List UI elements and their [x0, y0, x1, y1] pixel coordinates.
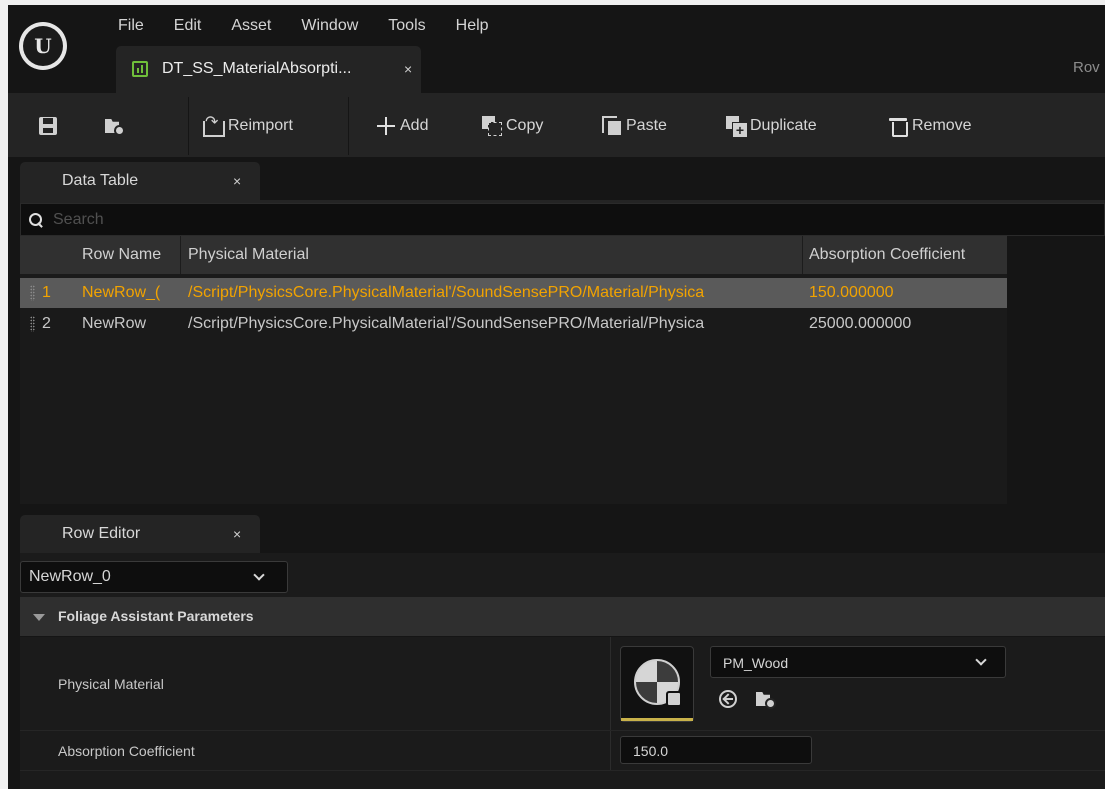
physical-material-cell: /Script/PhysicsCore.PhysicalMaterial'/So… [188, 284, 705, 301]
toolbar: Reimport Add Copy Paste Duplicate Remove [8, 93, 1105, 157]
plus-icon [376, 116, 396, 136]
menu-window[interactable]: Window [301, 17, 358, 35]
table-header: Row Name Physical Material Absorption Co… [20, 236, 1007, 274]
copy-label: Copy [506, 117, 544, 134]
tab-row-editor[interactable]: Row Editor × [20, 515, 260, 553]
browse-folder-icon [105, 116, 125, 136]
column-header-physical-material[interactable]: Physical Material [182, 236, 802, 274]
row-selector-dropdown[interactable]: NewRow_0 [20, 561, 288, 593]
drag-handle-icon[interactable] [30, 285, 35, 301]
row-editor-tab-label: Row Editor [62, 525, 141, 542]
paste-label: Paste [626, 117, 667, 134]
paste-icon [602, 116, 622, 136]
asset-type-icon [666, 691, 682, 707]
asset-editor-tab[interactable]: DT_SS_MaterialAbsorpti... × [116, 46, 421, 93]
toolbar-divider [348, 97, 349, 155]
absorption-coefficient-cell: 25000.000000 [809, 315, 912, 332]
absorption-coefficient-value: 150.0 [633, 743, 669, 759]
asset-tab-label: DT_SS_MaterialAbsorpti... [162, 60, 352, 77]
physical-material-cell: /Script/PhysicsCore.PhysicalMaterial'/So… [188, 315, 705, 332]
data-table-tab-label: Data Table [62, 172, 139, 189]
category-header[interactable]: Foliage Assistant Parameters [20, 597, 1105, 636]
use-selected-asset-icon[interactable] [719, 690, 737, 708]
title-bar: U File Edit Asset Window Tools Help DT_S… [8, 5, 1105, 93]
drag-handle-icon[interactable] [30, 316, 35, 332]
truncated-edge-text: Rov [1073, 59, 1100, 76]
search-input[interactable] [53, 207, 653, 233]
absorption-coefficient-input[interactable]: 150.0 [620, 736, 812, 764]
copy-icon [482, 116, 502, 136]
asset-thumbnail[interactable] [620, 646, 694, 722]
table-row[interactable]: 1 NewRow_( /Script/PhysicsCore.PhysicalM… [20, 278, 1007, 308]
search-icon [28, 212, 44, 228]
menu-bar: File Edit Asset Window Tools Help [118, 17, 519, 35]
data-table-area: Row Name Physical Material Absorption Co… [20, 236, 1105, 508]
duplicate-label: Duplicate [750, 117, 817, 134]
reimport-label: Reimport [228, 117, 293, 134]
asset-color-bar [621, 718, 693, 721]
unreal-logo-icon[interactable]: U [19, 22, 67, 70]
menu-file[interactable]: File [118, 17, 144, 35]
copy-row-button[interactable]: Copy [482, 115, 543, 137]
menu-tools[interactable]: Tools [388, 17, 425, 35]
physical-material-value: PM_Wood [723, 655, 789, 671]
browse-to-asset-button[interactable] [105, 115, 125, 137]
asset-tab-close-icon[interactable]: × [404, 61, 412, 77]
data-table-grid: Row Name Physical Material Absorption Co… [20, 236, 1007, 504]
save-button[interactable] [39, 115, 57, 137]
remove-label: Remove [912, 117, 972, 134]
physical-material-picker[interactable]: PM_Wood [710, 646, 1006, 678]
row-name-cell: NewRow_( [82, 284, 161, 301]
column-header-row-name[interactable]: Row Name [76, 236, 180, 274]
menu-asset[interactable]: Asset [231, 17, 271, 35]
row-index: 1 [42, 284, 51, 301]
row-index: 2 [42, 315, 51, 332]
save-icon [39, 117, 57, 135]
chevron-down-icon [975, 654, 987, 666]
column-divider [610, 637, 611, 730]
menu-edit[interactable]: Edit [174, 17, 202, 35]
property-name: Physical Material [58, 676, 164, 692]
add-label: Add [400, 117, 429, 134]
duplicate-row-button[interactable]: Duplicate [726, 115, 817, 138]
category-label: Foliage Assistant Parameters [58, 608, 254, 624]
tab-data-table[interactable]: Data Table × [20, 162, 260, 200]
toolbar-divider [188, 97, 189, 155]
reimport-icon [202, 112, 225, 137]
table-row[interactable]: 2 NewRow /Script/PhysicsCore.PhysicalMat… [20, 309, 1007, 339]
browse-folder-icon[interactable] [756, 689, 776, 709]
trash-icon [888, 116, 908, 137]
menu-help[interactable]: Help [456, 17, 489, 35]
paste-row-button[interactable]: Paste [602, 115, 667, 137]
search-bar [20, 203, 1105, 236]
unreal-editor-window: U File Edit Asset Window Tools Help DT_S… [8, 5, 1105, 789]
selected-row-value: NewRow_0 [29, 568, 111, 585]
row-name-cell: NewRow [82, 315, 147, 332]
absorption-coefficient-cell: 150.000000 [809, 284, 894, 301]
property-row-absorption-coefficient: Absorption Coefficient [20, 731, 1105, 771]
reimport-button[interactable]: Reimport [202, 112, 293, 137]
data-table-close-icon[interactable]: × [233, 173, 241, 189]
property-name: Absorption Coefficient [58, 743, 195, 759]
duplicate-icon [726, 116, 748, 138]
details-bottom [20, 771, 1105, 789]
column-divider [180, 236, 181, 274]
row-editor-close-icon[interactable]: × [233, 526, 241, 542]
column-divider [610, 731, 611, 770]
remove-row-button[interactable]: Remove [888, 115, 972, 137]
data-table-icon [132, 61, 148, 77]
add-row-button[interactable]: Add [376, 115, 428, 137]
collapse-arrow-icon[interactable] [33, 614, 45, 621]
chevron-down-icon [253, 569, 265, 581]
column-header-absorption-coefficient[interactable]: Absorption Coefficient [803, 236, 1007, 274]
